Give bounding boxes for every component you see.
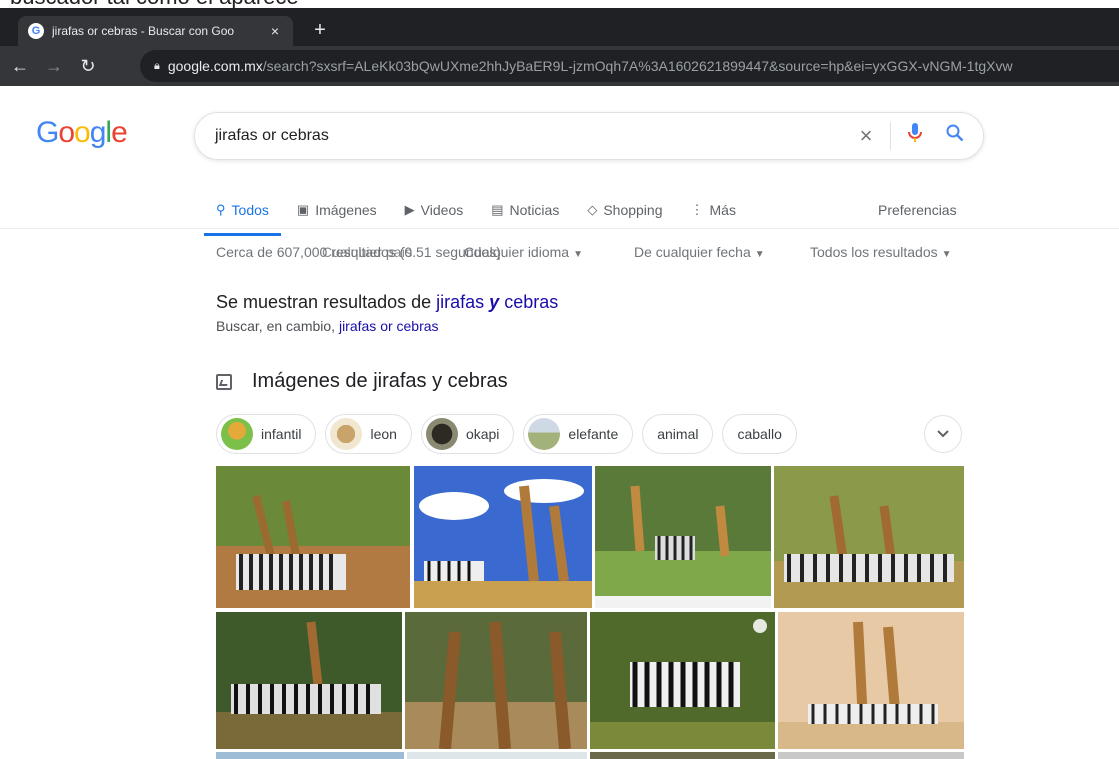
chip-thumbnail xyxy=(221,418,253,450)
image-result-thumbnail[interactable] xyxy=(595,466,771,608)
microphone-icon[interactable] xyxy=(895,123,935,149)
reload-icon[interactable]: ↻ xyxy=(74,56,102,77)
chip-label: leon xyxy=(370,426,397,442)
address-bar[interactable]: 🔒︎ google.com.mx/search?sxsrf=ALeKk03bQw… xyxy=(140,50,1119,82)
browser-tab-bar: G jirafas or cebras - Buscar con Goo × + xyxy=(0,8,1119,46)
date-filter[interactable]: De cualquier fecha ▼ xyxy=(634,244,765,260)
chip-label: infantil xyxy=(261,426,302,442)
image-result-thumbnail[interactable] xyxy=(216,466,410,608)
images-section-heading[interactable]: Imágenes de jirafas y cebras xyxy=(216,370,508,393)
search-icon[interactable] xyxy=(935,124,975,148)
search-box-divider xyxy=(890,122,891,150)
play-icon: ▶ xyxy=(404,202,415,217)
spelling-correction: Se muestran resultados de jirafas y cebr… xyxy=(216,292,558,313)
image-result-thumbnail[interactable] xyxy=(778,612,964,749)
caret-down-icon: ▼ xyxy=(754,249,765,260)
chip-okapi[interactable]: okapi xyxy=(420,414,515,454)
tab-noticias[interactable]: ▤ Noticias xyxy=(491,194,559,226)
chip-leon[interactable]: leon xyxy=(325,414,412,454)
tab-shopping[interactable]: ◇ Shopping xyxy=(587,194,662,226)
news-icon: ▤ xyxy=(491,202,504,217)
search-instead: Buscar, en cambio, jirafas or cebras xyxy=(216,318,439,334)
image-result-thumbnail[interactable] xyxy=(405,612,587,749)
image-icon xyxy=(216,373,232,390)
chip-thumbnail xyxy=(425,418,458,450)
chip-thumbnail xyxy=(528,418,561,450)
more-icon: ⋮ xyxy=(690,202,704,217)
search-input[interactable]: jirafas or cebras xyxy=(215,127,846,145)
browser-tab[interactable]: G jirafas or cebras - Buscar con Goo × xyxy=(18,16,293,46)
tab-todos[interactable]: ⚲ Todos xyxy=(204,194,281,236)
chip-label: caballo xyxy=(737,426,782,442)
browser-tab-title: jirafas or cebras - Buscar con Goo xyxy=(52,24,235,38)
tab-label: Todos xyxy=(231,202,269,218)
all-results-filter[interactable]: Todos los resultados ▼ xyxy=(810,244,952,260)
tab-label: Videos xyxy=(420,202,464,218)
browser-toolbar: ← → ↻ 🔒︎ google.com.mx/search?sxsrf=ALeK… xyxy=(0,46,1119,86)
chip-elefante[interactable]: elefante xyxy=(523,414,634,454)
top-caption-strip: buscador tal como el aparece xyxy=(0,0,1119,8)
image-result-thumbnail[interactable] xyxy=(216,752,404,759)
tag-icon: ◇ xyxy=(587,202,598,217)
tab-close-icon[interactable]: × xyxy=(267,23,283,39)
search-icon: ⚲ xyxy=(216,202,226,217)
image-result-thumbnail[interactable] xyxy=(778,752,964,759)
top-caption-text: buscador tal como el aparece xyxy=(10,0,299,8)
tab-videos[interactable]: ▶ Videos xyxy=(405,194,464,226)
instead-prefix: Buscar, en cambio, xyxy=(216,318,339,334)
chip-label: okapi xyxy=(465,426,500,442)
image-result-thumbnail[interactable] xyxy=(590,752,775,759)
image-result-thumbnail[interactable] xyxy=(216,612,402,749)
forward-arrow-icon[interactable]: → xyxy=(40,56,68,77)
tab-label: Imágenes xyxy=(315,202,377,218)
language-filter-label: Cualquier idioma xyxy=(464,244,570,260)
search-results-page: Google jirafas or cebras × ⚲ Todos ▣ Imáge… xyxy=(0,86,1119,759)
image-result-thumbnail[interactable] xyxy=(414,466,592,608)
correction-prefix: Se muestran resultados de xyxy=(216,292,437,312)
tab-mas[interactable]: ⋮ Más xyxy=(691,194,736,226)
back-arrow-icon[interactable]: ← xyxy=(6,56,34,77)
google-favicon-icon: G xyxy=(28,23,44,39)
image-refinement-chips: infantil leon okapi elefante animal caba… xyxy=(216,414,806,454)
country-filter[interactable]: Cualquier país xyxy=(322,244,412,260)
clear-icon[interactable]: × xyxy=(846,123,886,149)
lock-icon: 🔒︎ xyxy=(154,59,160,72)
google-logo[interactable]: Google xyxy=(36,116,128,150)
chip-label: elefante xyxy=(568,426,619,442)
images-heading-text: Imágenes de jirafas y cebras xyxy=(252,370,508,392)
chevron-down-icon[interactable] xyxy=(924,415,962,453)
correction-conj: y xyxy=(489,292,500,312)
new-tab-button[interactable]: + xyxy=(310,19,330,42)
all-results-label: Todos los resultados xyxy=(810,244,938,260)
correction-term-link[interactable]: jirafas y cebras xyxy=(436,292,558,312)
date-filter-label: De cualquier fecha xyxy=(634,244,751,260)
header-divider xyxy=(0,228,1119,229)
search-type-tabs: ⚲ Todos ▣ Imágenes ▶ Videos ▤ Noticias ◇ Shop… xyxy=(204,194,764,236)
url-domain: google.com.mx xyxy=(167,58,263,74)
tab-label: Más xyxy=(709,202,736,218)
chip-caballo[interactable]: caballo xyxy=(722,414,797,454)
correction-term1: jirafas xyxy=(436,292,485,312)
search-box[interactable]: jirafas or cebras × xyxy=(194,112,984,160)
search-instead-link[interactable]: jirafas or cebras xyxy=(339,318,439,334)
tab-imagenes[interactable]: ▣ Imágenes xyxy=(297,194,377,226)
image-result-thumbnail[interactable] xyxy=(774,466,964,608)
language-filter[interactable]: Cualquier idioma ▼ xyxy=(464,244,583,260)
correction-term2: cebras xyxy=(504,292,559,312)
url-path: /search?sxsrf=ALeKk03bQwUXme2hhJyBaER9L-… xyxy=(262,58,1013,74)
tab-label: Shopping xyxy=(603,202,663,218)
chip-thumbnail xyxy=(330,418,363,450)
image-icon: ▣ xyxy=(296,202,310,217)
chip-animal[interactable]: animal xyxy=(642,414,714,454)
preferences-link[interactable]: Preferencias xyxy=(878,194,957,226)
caret-down-icon: ▼ xyxy=(573,249,583,260)
image-result-thumbnail[interactable] xyxy=(590,612,775,749)
tab-label: Noticias xyxy=(509,202,560,218)
chip-label: animal xyxy=(657,426,699,442)
image-result-thumbnail[interactable] xyxy=(407,752,587,759)
caret-down-icon: ▼ xyxy=(941,249,952,260)
chip-infantil[interactable]: infantil xyxy=(216,414,317,454)
